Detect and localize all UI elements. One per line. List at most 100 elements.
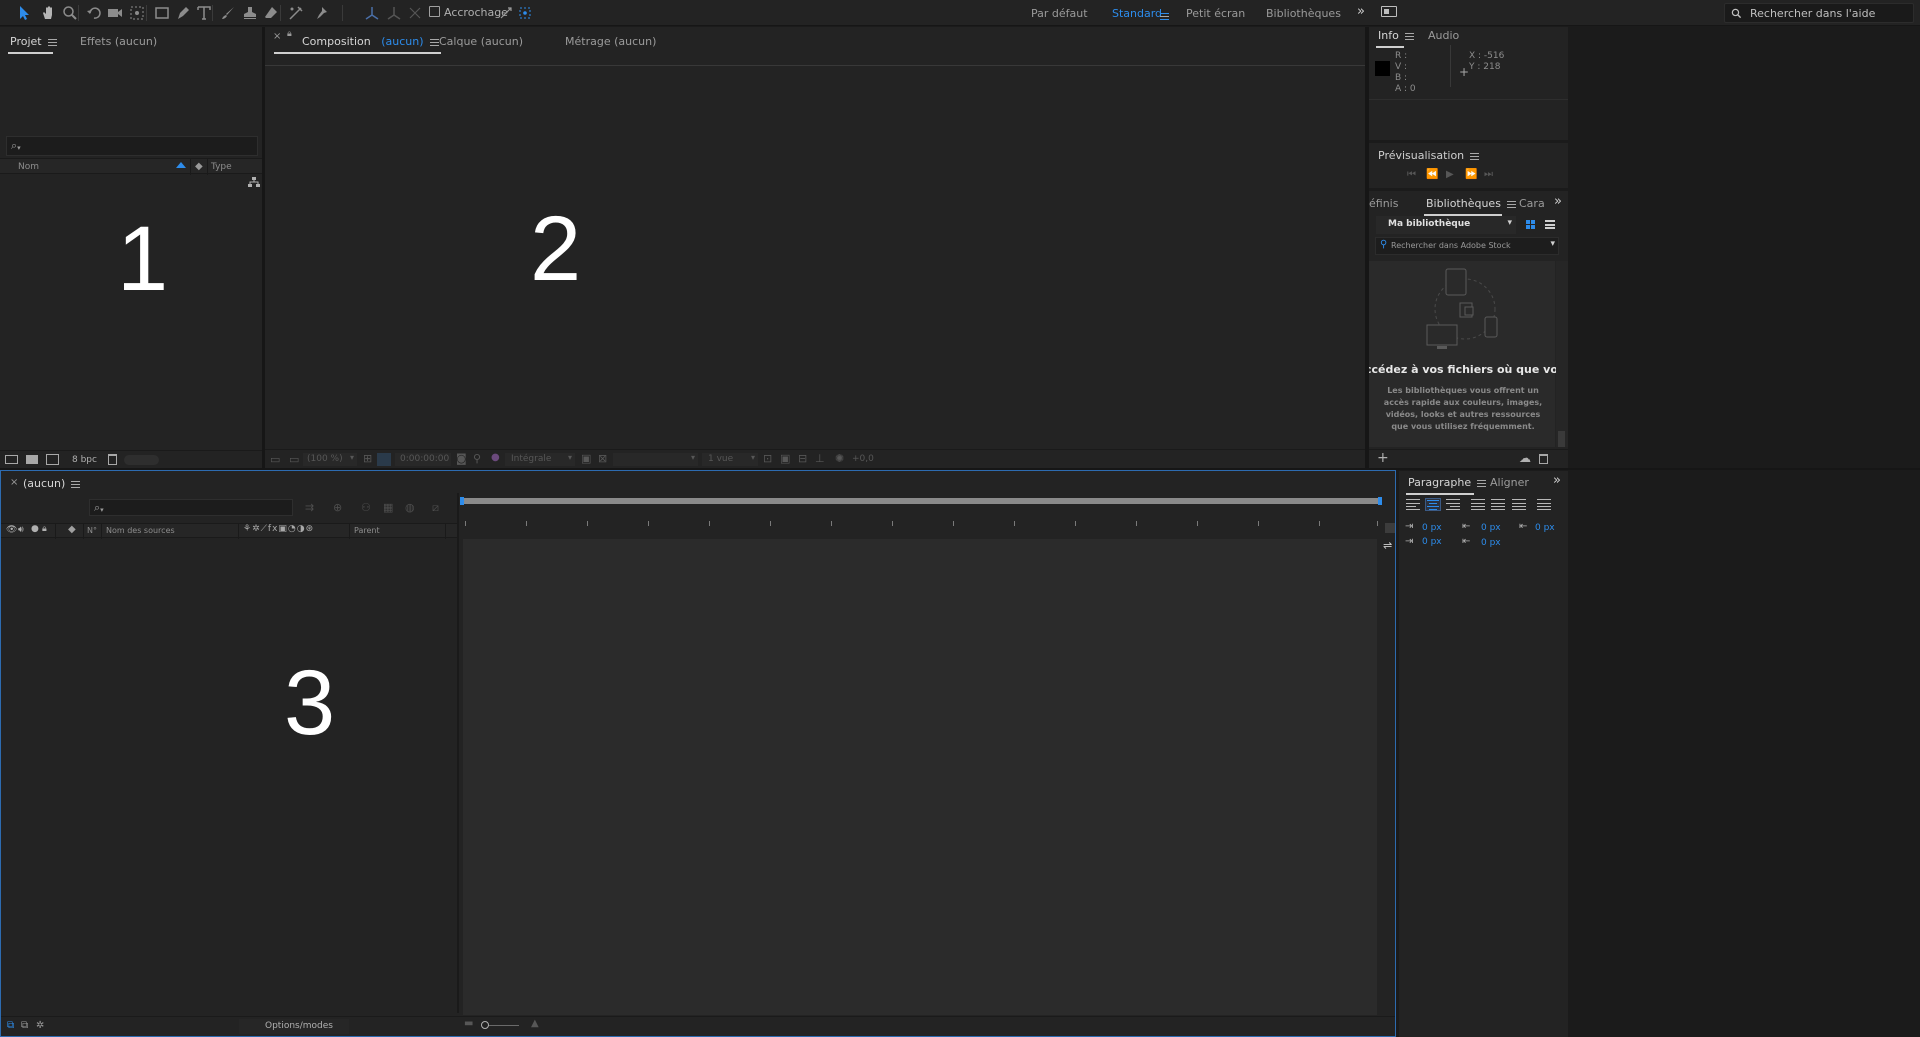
rectangle-tool-icon[interactable] [152, 3, 172, 23]
tab-effets[interactable]: Effets (aucun) [80, 35, 157, 48]
zoom-in-icon[interactable]: ▲ [531, 1018, 539, 1029]
toggle-switches-modes-button[interactable]: Options/modes [239, 1019, 349, 1034]
brush-tool-icon[interactable] [218, 3, 238, 23]
video-toggle-icon[interactable]: 👁︎ [6, 525, 17, 535]
tab-composition[interactable]: Composition (aucun) [274, 35, 441, 54]
draft-3d-icon[interactable]: ⊕ [333, 501, 342, 514]
align-right-icon[interactable] [1446, 499, 1460, 510]
reset-exposure-icon[interactable]: ✺ [835, 452, 844, 465]
play-icon[interactable]: ▶ [1446, 169, 1454, 180]
resolution-dropdown[interactable]: Intégrale ▾ [505, 453, 575, 466]
exposure-value[interactable]: +0,0 [852, 454, 874, 464]
color-channels-icon[interactable]: ● [491, 452, 500, 463]
timeline-icon[interactable]: ⊟ [798, 452, 807, 465]
zoom-tool-icon[interactable] [60, 3, 80, 23]
world-axis-mode-icon[interactable] [384, 3, 404, 23]
sort-ascending-icon[interactable] [176, 162, 186, 168]
workspace-layout-icon[interactable] [1381, 6, 1397, 17]
zoom-dropdown[interactable]: (100 %) ▾ [303, 453, 357, 466]
more-workspaces-icon[interactable]: » [1357, 4, 1365, 19]
fast-previews-icon[interactable]: ▣ [780, 452, 790, 465]
justify-left-icon[interactable] [1471, 499, 1485, 510]
layer-switches-icons[interactable]: ⚘✲⟋fx▣◔◑⊛ [243, 524, 314, 534]
in-out-pane-icon[interactable]: ✲ [36, 1020, 44, 1031]
puppet-tool-icon[interactable] [311, 3, 331, 23]
show-snapshot-icon[interactable]: ⚲ [473, 452, 481, 465]
tab-caracteres[interactable]: Cara [1519, 197, 1545, 210]
indent-first-line-value[interactable]: 0 px [1422, 537, 1442, 547]
clone-stamp-tool-icon[interactable] [240, 3, 260, 23]
next-frame-icon[interactable]: ⏩ [1465, 169, 1477, 180]
thumbnail-slider[interactable] [124, 455, 159, 465]
audio-toggle-icon[interactable]: 🔊︎ [18, 525, 24, 535]
roto-brush-tool-icon[interactable] [286, 3, 306, 23]
eraser-tool-icon[interactable] [261, 3, 281, 23]
menu-icon[interactable] [47, 38, 57, 46]
column-number[interactable]: N° [87, 526, 97, 535]
comp-button-icon[interactable]: ⇌ [1383, 539, 1392, 552]
view-axis-mode-icon[interactable] [405, 3, 425, 23]
justify-right-icon[interactable] [1512, 499, 1526, 510]
comp-marker-bin[interactable] [1385, 523, 1395, 533]
hand-tool-icon[interactable] [38, 3, 58, 23]
first-frame-icon[interactable]: ⏮ [1407, 169, 1416, 180]
local-axis-mode-icon[interactable] [362, 3, 382, 23]
snap-feature-icon[interactable] [515, 3, 535, 23]
region-of-interest-icon[interactable]: ▣ [581, 452, 591, 465]
zoom-slider[interactable] [481, 1021, 519, 1029]
menu-icon[interactable] [1404, 32, 1414, 40]
workspace-petit-ecran[interactable]: Petit écran [1186, 7, 1245, 20]
layer-switches-pane-icon[interactable]: ⧉ [7, 1020, 14, 1031]
justify-all-icon[interactable] [1537, 499, 1551, 510]
label-tag-icon[interactable]: ◆ [68, 524, 76, 535]
tab-metrage[interactable]: Métrage (aucun) [565, 35, 656, 48]
column-name[interactable]: Nom [18, 162, 39, 172]
tab-paragraphe[interactable]: Paragraphe [1406, 476, 1487, 495]
space-before-value[interactable]: 0 px [1481, 523, 1501, 533]
tab-timeline[interactable]: (aucun) [23, 477, 81, 490]
snapping-checkbox[interactable] [429, 6, 440, 17]
creative-cloud-icon[interactable]: ☁ [1519, 451, 1531, 465]
workspace-menu-icon[interactable] [1160, 9, 1169, 22]
timeline-search-input[interactable]: ⌕ ▾ [89, 499, 293, 516]
justify-center-icon[interactable] [1491, 499, 1505, 510]
toggle-pixel-aspect-icon[interactable]: ⊡ [763, 452, 772, 465]
tab-effets-predefinis[interactable]: éfinis [1369, 197, 1398, 210]
add-content-icon[interactable]: + [1377, 450, 1389, 466]
camera-tool-icon[interactable] [105, 3, 125, 23]
new-folder-icon[interactable] [26, 455, 38, 464]
selection-tool-icon[interactable] [14, 3, 34, 23]
library-dropdown[interactable]: Ma bibliothèque ▾ [1376, 216, 1516, 234]
graph-editor-icon[interactable]: ⧄ [432, 501, 439, 515]
rotate-tool-icon[interactable] [84, 3, 104, 23]
camera-view-dropdown[interactable]: ▾ [613, 453, 698, 466]
timeline-tracks-area[interactable] [463, 539, 1377, 1015]
menu-icon[interactable] [1506, 200, 1516, 208]
frame-blending-icon[interactable]: ▦ [383, 501, 393, 514]
indent-right-value[interactable]: 0 px [1535, 523, 1555, 533]
lock-toggle-icon[interactable]: 🔒︎ [42, 524, 47, 534]
help-search-field[interactable]: Rechercher dans l'aide [1724, 3, 1914, 23]
motion-blur-icon[interactable]: ◍ [405, 501, 415, 514]
more-tabs-icon[interactable]: » [1554, 194, 1562, 209]
trash-icon[interactable] [108, 454, 117, 465]
space-after-value[interactable]: 0 px [1481, 538, 1501, 548]
last-frame-icon[interactable]: ⏭ [1484, 169, 1493, 180]
tab-info[interactable]: Info [1376, 29, 1414, 48]
monitor-icon[interactable]: ▭ [289, 453, 299, 466]
workspace-standard[interactable]: Standard [1112, 7, 1162, 20]
column-source-name[interactable]: Nom des sources [106, 526, 175, 535]
time-ruler[interactable] [461, 511, 1381, 535]
zoom-out-icon[interactable]: ▬ [464, 1018, 473, 1029]
project-search-input[interactable]: ⌕ ▾ [6, 136, 258, 156]
workspace-par-defaut[interactable]: Par défaut [1031, 7, 1088, 20]
menu-icon[interactable] [429, 38, 439, 46]
pen-tool-icon[interactable] [173, 3, 193, 23]
always-preview-icon[interactable]: ▭ [270, 453, 280, 466]
previous-frame-icon[interactable]: ⏪ [1426, 169, 1438, 180]
text-tool-icon[interactable] [194, 3, 214, 23]
views-dropdown[interactable]: 1 vue ▾ [702, 453, 758, 466]
tab-audio[interactable]: Audio [1428, 29, 1459, 42]
tab-calque[interactable]: Calque (aucun) [439, 35, 523, 48]
libraries-scrollbar[interactable] [1556, 261, 1568, 447]
